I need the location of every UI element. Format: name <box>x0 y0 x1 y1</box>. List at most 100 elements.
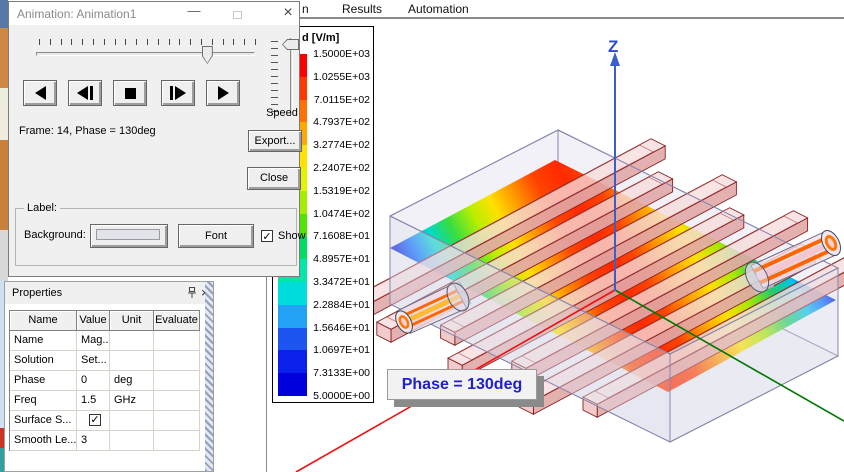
colorbar-band <box>278 282 307 305</box>
step-reverse-icon <box>77 86 88 100</box>
cell-unit <box>110 331 154 351</box>
cell-value[interactable]: ✓ <box>77 411 110 431</box>
panel-drag-grip[interactable] <box>205 282 213 471</box>
step-reverse-button[interactable] <box>68 80 102 106</box>
table-header-row: Name Value Unit Evaluate <box>10 311 200 331</box>
colorbar-band <box>278 373 307 396</box>
legend-value: 1.5646E+01 <box>313 321 370 334</box>
cell-unit <box>110 351 154 371</box>
step-forward-icon <box>175 86 186 100</box>
legend-value: 2.2407E+02 <box>313 162 370 174</box>
legend-value: 7.0115E+02 <box>313 93 370 106</box>
colorbar-band <box>278 327 307 351</box>
play-forward-button[interactable] <box>206 80 240 106</box>
cell-name: Name <box>10 331 77 351</box>
cell-evaluated <box>154 431 200 451</box>
legend-unit-header: d [V/m] <box>302 32 340 44</box>
cell-value[interactable]: Mag... <box>77 331 110 351</box>
legend-value: 7.3133E+00 <box>313 367 370 380</box>
column-header[interactable]: Evaluate <box>154 311 200 331</box>
cell-value[interactable]: Set... <box>77 351 110 371</box>
dialog-titlebar[interactable]: Animation: Animation1 — × <box>9 2 299 25</box>
colorbar-band <box>278 304 307 328</box>
legend-value: 3.3472E+01 <box>313 276 370 288</box>
label-groupbox-title: Label: <box>24 202 60 214</box>
cell-value[interactable]: 0 <box>77 371 110 391</box>
column-header[interactable]: Value <box>77 311 110 331</box>
properties-table: Name Value Unit Evaluate Name Mag... Solution S… <box>9 310 200 451</box>
cell-unit <box>110 431 154 451</box>
menu-item-results[interactable]: Results <box>342 2 382 16</box>
cell-name: Surface S... <box>10 411 77 431</box>
background-color-button[interactable] <box>90 224 168 248</box>
show-checkbox[interactable]: ✓ <box>261 230 273 242</box>
legend-value: 4.7937E+02 <box>313 116 370 129</box>
export-button[interactable]: Export... <box>248 130 302 152</box>
step-forward-button[interactable] <box>161 80 195 106</box>
speed-slider-thumb[interactable] <box>282 39 299 50</box>
minimize-button[interactable]: — <box>185 3 203 18</box>
close-icon[interactable]: × <box>279 4 297 22</box>
show-checkbox-label: Show <box>278 230 306 242</box>
legend-value: 5.0000E+00 <box>313 390 370 402</box>
properties-title: Properties <box>12 287 63 299</box>
legend-value: 1.5319E+02 <box>313 184 370 197</box>
dialog-title: Animation: Animation1 <box>17 7 137 21</box>
cell-unit <box>110 411 154 431</box>
legend-value: 1.0255E+03 <box>313 70 370 83</box>
animation-dialog: Animation: Animation1 — × Speed Frame: 1… <box>8 1 306 277</box>
speed-label: Speed <box>266 107 298 119</box>
stop-button[interactable] <box>113 80 147 106</box>
table-row[interactable]: Solution Set... <box>10 351 200 371</box>
table-row[interactable]: Freq 1.5 GHz <box>10 391 200 411</box>
close-button[interactable]: Close <box>247 167 301 190</box>
play-reverse-icon <box>34 86 46 100</box>
play-forward-icon <box>217 86 229 100</box>
cell-value[interactable]: 3 <box>77 431 110 451</box>
properties-titlebar[interactable]: Properties × <box>5 282 209 304</box>
legend-value: 3.2774E+02 <box>313 139 370 152</box>
legend-value: 1.0697E+01 <box>313 344 370 357</box>
table-row[interactable]: Name Mag... <box>10 331 200 351</box>
legend-value: 1.5000E+03 <box>313 48 370 60</box>
background-label: Background: <box>24 229 86 241</box>
maximize-button <box>233 11 242 19</box>
label-groupbox: Label: Background: Font ✓ Show <box>15 202 306 266</box>
cell-value[interactable]: 1.5 <box>77 391 110 411</box>
cell-name: Phase <box>10 371 77 391</box>
frame-slider-track[interactable] <box>36 52 255 56</box>
cell-evaluated <box>154 371 200 391</box>
application-window: n Results Automation Z Phase = 130deg d … <box>0 0 844 472</box>
column-header[interactable]: Name <box>10 311 77 331</box>
cell-evaluated <box>154 331 200 351</box>
table-row[interactable]: Smooth Le... 3 <box>10 431 200 451</box>
legend-value: 1.0474E+02 <box>313 207 370 220</box>
font-button[interactable]: Font <box>178 224 254 248</box>
cell-evaluated <box>154 351 200 371</box>
pin-icon[interactable] <box>187 287 197 299</box>
cell-evaluated <box>154 411 200 431</box>
column-header[interactable]: Unit <box>110 311 154 331</box>
cell-name: Freq <box>10 391 77 411</box>
cell-name: Solution <box>10 351 77 371</box>
phase-annotation: Phase = 130deg <box>387 369 537 400</box>
menu-item-automation[interactable]: Automation <box>408 2 469 16</box>
frame-slider-thumb[interactable] <box>201 46 213 64</box>
legend-value: 4.8957E+01 <box>313 253 370 266</box>
cell-name: Smooth Le... <box>10 431 77 451</box>
colorbar-band <box>278 350 307 374</box>
legend-value: 2.2884E+01 <box>313 298 370 311</box>
legend-value: 7.1608E+01 <box>313 230 370 243</box>
stop-icon <box>124 87 136 99</box>
cell-evaluated <box>154 391 200 411</box>
menu-item-n[interactable]: n <box>302 2 309 16</box>
frame-status-text: Frame: 14, Phase = 130deg <box>19 125 156 137</box>
cell-unit: deg <box>110 371 154 391</box>
cell-unit: GHz <box>110 391 154 411</box>
table-row[interactable]: Surface S... ✓ <box>10 411 200 431</box>
background-color-swatch <box>96 229 160 240</box>
properties-panel: Properties × NameValueUnitEvaluateNameMa… <box>4 281 214 472</box>
table-row[interactable]: Phase 0 deg <box>10 371 200 391</box>
play-reverse-button[interactable] <box>23 80 57 106</box>
surface-smoothing-checkbox[interactable]: ✓ <box>89 414 101 426</box>
